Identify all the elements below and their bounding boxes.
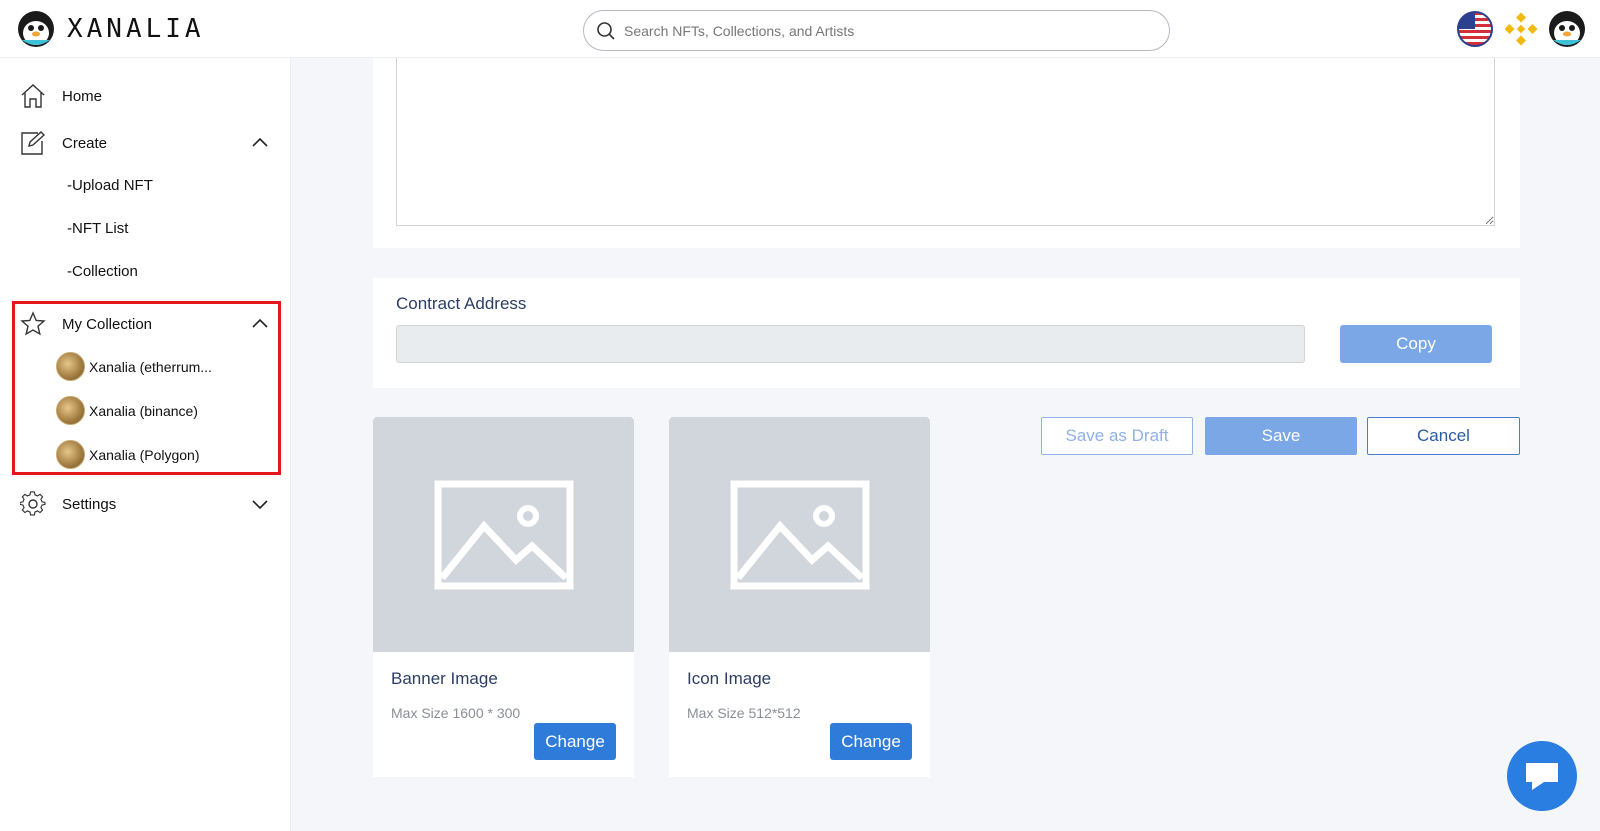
change-banner-button[interactable]: Change (534, 723, 616, 760)
edit-icon (21, 131, 46, 155)
image-placeholder-icon (730, 480, 869, 589)
penguin-logo-icon (18, 11, 54, 47)
search-bar[interactable] (583, 10, 1170, 51)
gear-icon (20, 491, 46, 516)
chevron-up-icon[interactable] (251, 134, 269, 152)
cancel-button[interactable]: Cancel (1367, 417, 1520, 455)
save-button[interactable]: Save (1205, 417, 1357, 455)
contract-address-field[interactable] (396, 325, 1305, 363)
sidebar-item-home[interactable]: Home (0, 76, 291, 116)
banner-image-card: Banner Image Max Size 1600 * 300 Change (373, 417, 634, 777)
save-as-draft-button[interactable]: Save as Draft (1041, 417, 1193, 455)
sidebar-item-upload-nft[interactable]: -Upload NFT (67, 177, 153, 194)
top-header: XANALIA (0, 0, 1600, 58)
binance-icon[interactable] (1504, 12, 1538, 46)
change-icon-button[interactable]: Change (830, 723, 912, 760)
logo-text: XANALIA (67, 14, 205, 44)
icon-image-size: Max Size 512*512 (687, 705, 801, 721)
sidebar-item-label: Create (62, 134, 108, 152)
search-input[interactable] (624, 22, 1144, 39)
contract-address-label: Contract Address (396, 294, 527, 313)
banner-image-title: Banner Image (391, 669, 498, 688)
highlight-box (12, 301, 281, 475)
sidebar-item-label: Settings (62, 495, 117, 513)
chevron-down-icon[interactable] (251, 495, 269, 513)
icon-image-title: Icon Image (687, 669, 772, 688)
sidebar-item-settings[interactable]: Settings (0, 484, 291, 524)
profile-avatar-icon[interactable] (1548, 10, 1586, 48)
banner-image-preview (373, 417, 634, 652)
us-flag-icon[interactable] (1456, 10, 1494, 48)
home-icon (21, 84, 45, 108)
search-icon (597, 21, 615, 40)
sidebar-item-collection[interactable]: -Collection (67, 263, 138, 280)
chat-button[interactable] (1507, 741, 1577, 811)
banner-image-size: Max Size 1600 * 300 (391, 705, 521, 721)
chat-bubble-icon (1526, 763, 1558, 790)
sidebar-item-nft-list[interactable]: -NFT List (67, 220, 128, 237)
icon-image-card: Icon Image Max Size 512*512 Change (669, 417, 930, 777)
header-icons (1456, 10, 1586, 48)
sidebar-item-create[interactable]: Create (0, 123, 291, 163)
logo[interactable]: XANALIA (17, 10, 205, 48)
image-placeholder-icon (434, 480, 573, 589)
icon-image-preview (669, 417, 930, 652)
sidebar-item-label: Home (62, 87, 103, 105)
description-textarea[interactable] (396, 58, 1495, 226)
copy-button[interactable]: Copy (1340, 325, 1492, 363)
